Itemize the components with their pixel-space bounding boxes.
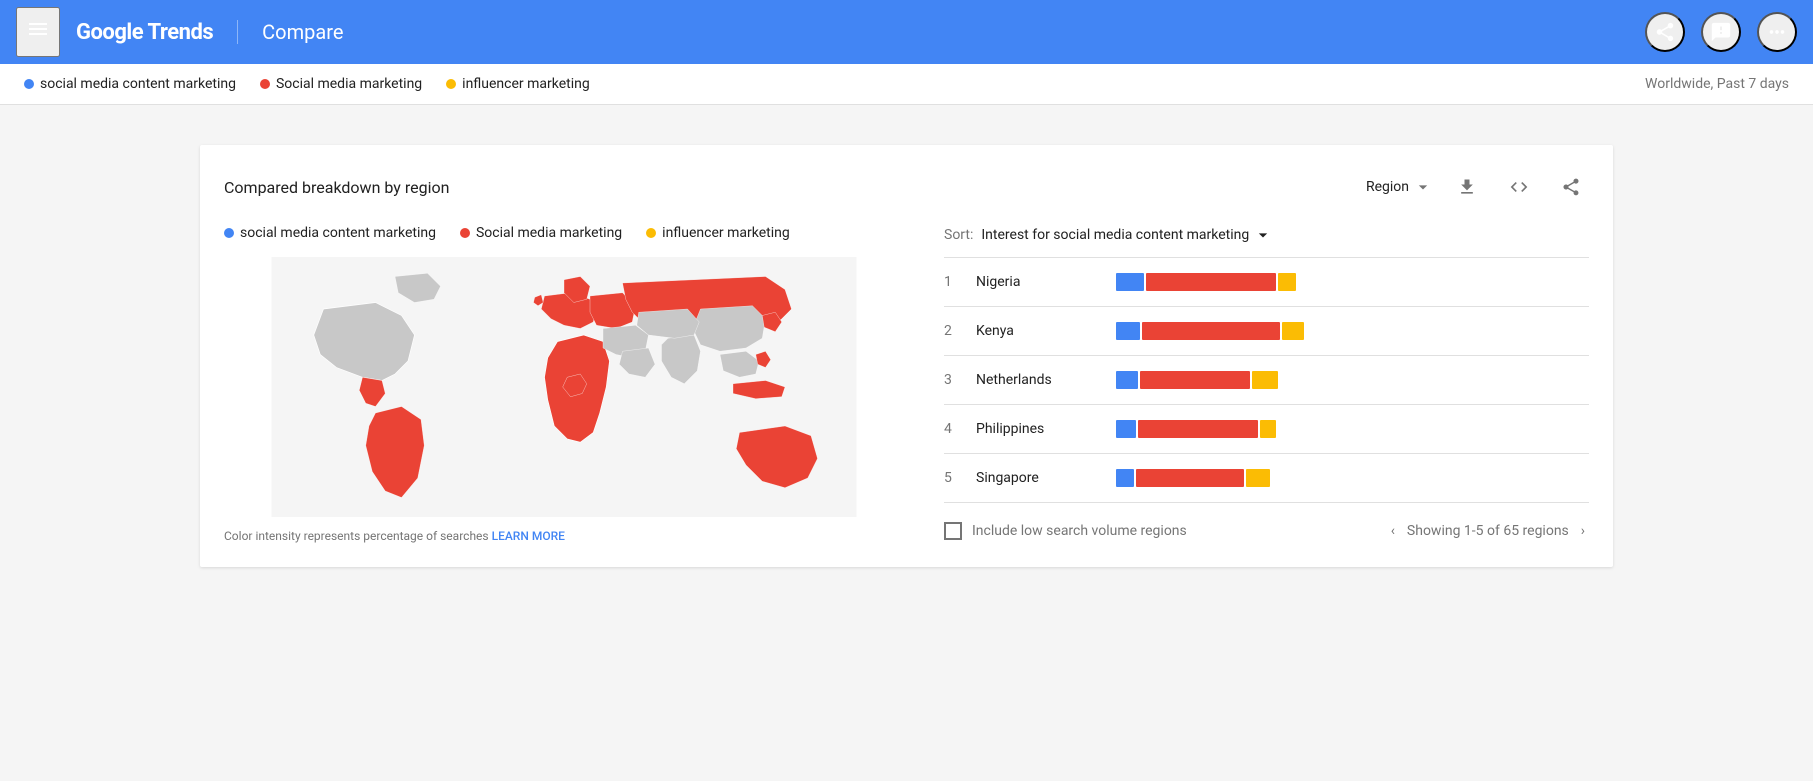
table-row: 5Singapore <box>944 454 1589 503</box>
bar-segment <box>1140 371 1250 389</box>
legend-item-2: Social media marketing <box>260 76 422 92</box>
world-map <box>224 257 904 517</box>
rank-country-name: Kenya <box>976 323 1116 339</box>
rank-bar-group <box>1116 468 1589 488</box>
checkbox-row: Include low search volume regions ‹ Show… <box>944 503 1589 543</box>
bar-segment <box>1278 273 1296 291</box>
embed-button[interactable] <box>1501 169 1537 205</box>
legend-dot-2 <box>260 79 270 89</box>
legend-dot-3 <box>446 79 456 89</box>
map-legend-item-3: influencer marketing <box>646 225 790 241</box>
bar-segment <box>1138 420 1258 438</box>
legend-item-3: influencer marketing <box>446 76 590 92</box>
bar-segment <box>1252 371 1278 389</box>
feedback-button[interactable] <box>1701 12 1741 52</box>
prev-page-button[interactable]: ‹ <box>1387 519 1399 543</box>
bar-segment <box>1116 371 1138 389</box>
rank-bar-group <box>1116 272 1589 292</box>
legend-label-2: Social media marketing <box>276 76 422 92</box>
bar-segment <box>1260 420 1276 438</box>
table-row: 4Philippines <box>944 405 1589 454</box>
legend-scope: Worldwide, Past 7 days <box>1645 76 1789 92</box>
share-button[interactable] <box>1645 12 1685 52</box>
sort-value: Interest for social media content market… <box>981 227 1249 243</box>
rank-country-name: Netherlands <box>976 372 1116 388</box>
rank-bar-group <box>1116 321 1589 341</box>
chevron-down-icon <box>1413 177 1433 197</box>
learn-more-link[interactable]: LEARN MORE <box>492 529 565 543</box>
legend-item-1: social media content marketing <box>24 76 236 92</box>
app-header: Google Trends Compare <box>0 0 1813 64</box>
map-legend-dot-1 <box>224 228 234 238</box>
map-section: social media content marketing Social me… <box>224 225 904 543</box>
menu-button[interactable] <box>16 7 60 57</box>
bar-segment <box>1282 322 1304 340</box>
card-header: Compared breakdown by region Region <box>224 169 1589 205</box>
page-title: Compare <box>262 20 343 44</box>
main-content: Compared breakdown by region Region <box>0 105 1813 591</box>
low-volume-checkbox[interactable] <box>944 522 962 540</box>
rank-country-name: Nigeria <box>976 274 1116 290</box>
map-legend-item-1: social media content marketing <box>224 225 436 241</box>
legend-dot-1 <box>24 79 34 89</box>
rankings-list: 1Nigeria2Kenya3Netherlands4Philippines5S… <box>944 258 1589 503</box>
card-title: Compared breakdown by region <box>224 178 449 197</box>
bar-segment <box>1136 469 1244 487</box>
map-legend: social media content marketing Social me… <box>224 225 904 241</box>
bar-segment <box>1116 322 1140 340</box>
rank-number: 1 <box>944 274 976 290</box>
region-breakdown-card: Compared breakdown by region Region <box>200 145 1613 567</box>
legend-bar: social media content marketing Social me… <box>0 64 1813 105</box>
rank-bar-group <box>1116 370 1589 390</box>
rankings-section: Sort: Interest for social media content … <box>944 225 1589 543</box>
pagination-text: Showing 1-5 of 65 regions <box>1407 523 1569 539</box>
bar-segment <box>1116 469 1134 487</box>
header-actions <box>1645 12 1797 52</box>
map-legend-label-1: social media content marketing <box>240 225 436 241</box>
map-legend-label-2: Social media marketing <box>476 225 622 241</box>
map-caption: Color intensity represents percentage of… <box>224 529 904 543</box>
rank-country-name: Philippines <box>976 421 1116 437</box>
rank-number: 2 <box>944 323 976 339</box>
map-legend-dot-3 <box>646 228 656 238</box>
next-page-button[interactable]: › <box>1577 519 1589 543</box>
header-divider <box>237 20 238 44</box>
sort-bar: Sort: Interest for social media content … <box>944 225 1589 258</box>
region-dropdown[interactable]: Region <box>1366 177 1433 197</box>
rank-bar-group <box>1116 419 1589 439</box>
sort-label: Sort: <box>944 227 973 243</box>
app-logo: Google Trends <box>76 20 213 45</box>
bar-segment <box>1246 469 1270 487</box>
bar-segment <box>1142 322 1280 340</box>
map-legend-item-2: Social media marketing <box>460 225 622 241</box>
apps-button[interactable] <box>1757 12 1797 52</box>
pagination: ‹ Showing 1-5 of 65 regions › <box>1387 519 1589 543</box>
rank-number: 5 <box>944 470 976 486</box>
rank-number: 3 <box>944 372 976 388</box>
checkbox-label: Include low search volume regions <box>972 523 1187 539</box>
map-legend-dot-2 <box>460 228 470 238</box>
legend-label-1: social media content marketing <box>40 76 236 92</box>
table-row: 2Kenya <box>944 307 1589 356</box>
legend-label-3: influencer marketing <box>462 76 590 92</box>
card-body: social media content marketing Social me… <box>224 225 1589 543</box>
region-label: Region <box>1366 179 1409 195</box>
rank-country-name: Singapore <box>976 470 1116 486</box>
table-row: 3Netherlands <box>944 356 1589 405</box>
share-card-button[interactable] <box>1553 169 1589 205</box>
map-legend-label-3: influencer marketing <box>662 225 790 241</box>
sort-dropdown[interactable]: Interest for social media content market… <box>981 225 1273 245</box>
bar-segment <box>1116 420 1136 438</box>
table-row: 1Nigeria <box>944 258 1589 307</box>
rank-number: 4 <box>944 421 976 437</box>
bar-segment <box>1146 273 1276 291</box>
download-button[interactable] <box>1449 169 1485 205</box>
bar-segment <box>1116 273 1144 291</box>
card-controls: Region <box>1366 169 1589 205</box>
sort-chevron-icon <box>1253 225 1273 245</box>
